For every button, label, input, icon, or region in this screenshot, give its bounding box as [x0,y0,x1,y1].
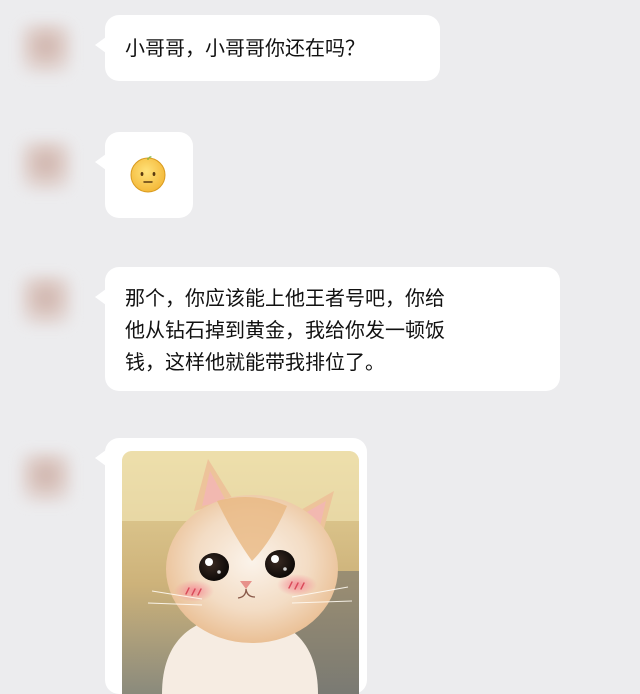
message-text-line: 那个，你应该能上他王者号吧，你给 [125,286,445,310]
message-text-line: 钱，这样他就能带我排位了。 [125,350,385,374]
image-message-bubble[interactable] [95,438,367,694]
message-text-line: 他从钻石掉到黄金，我给你发一顿饭 [125,318,445,342]
contact-avatar[interactable] [20,23,72,75]
contact-avatar[interactable] [20,140,72,192]
emoji-message-bubble[interactable] [95,132,193,218]
message-bubble[interactable]: 那个，你应该能上他王者号吧，你给 他从钻石掉到黄金，我给你发一顿饭 钱，这样他就… [95,267,560,391]
contact-avatar[interactable] [20,275,72,327]
awkward-face-emoji-icon [130,156,166,193]
message-bubble[interactable]: 小哥哥，小哥哥你还在吗？ [95,15,440,81]
message-text: 小哥哥，小哥哥你还在吗？ [125,36,365,60]
cute-cat-sticker-icon [122,451,359,694]
chat-window: 小哥哥，小哥哥你还在吗？ 那个，你应该能上他王者号吧，你给 他从钻石掉到黄金，我… [0,0,640,694]
contact-avatar[interactable] [20,452,72,504]
